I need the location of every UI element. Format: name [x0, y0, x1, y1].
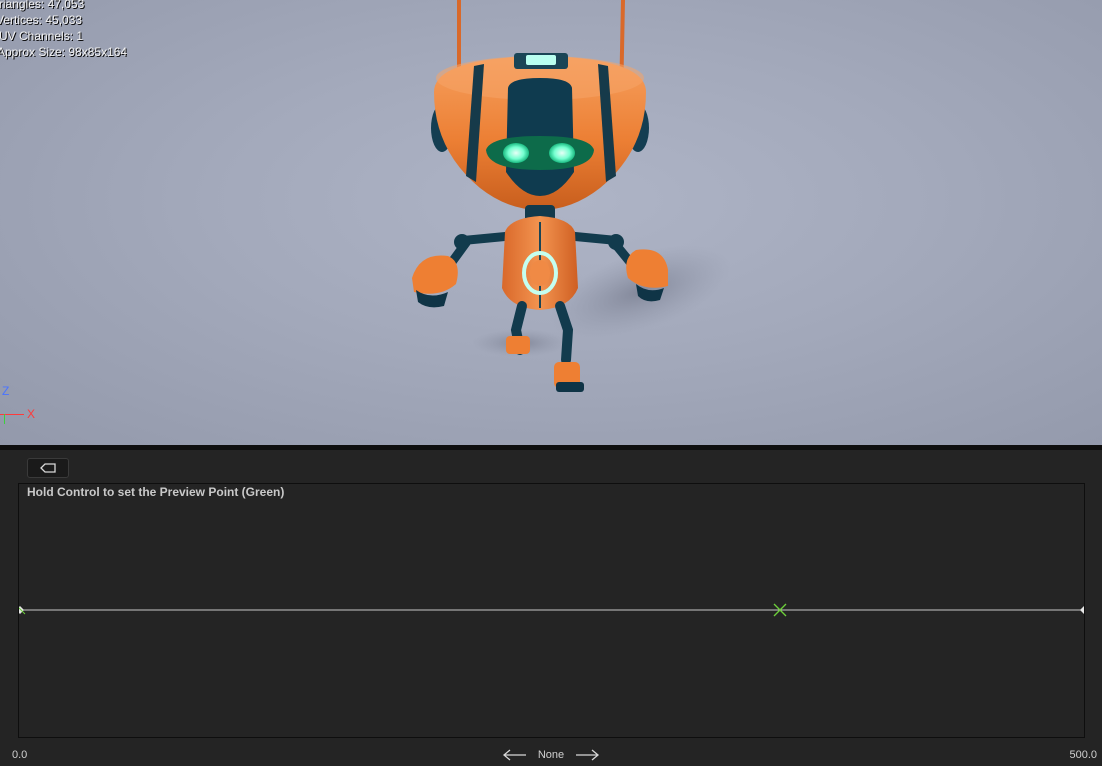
axis-x-label: X: [27, 407, 36, 421]
selected-curve-label: None: [537, 749, 565, 761]
range-max-label: 500.0: [1069, 749, 1097, 761]
application-root: Triangles: 47,053 Vertices: 45,033 UV Ch…: [0, 0, 1102, 766]
end-key[interactable]: [1080, 606, 1084, 614]
axis-z-label: Z: [2, 384, 10, 398]
blend-graph[interactable]: Hold Control to set the Preview Point (G…: [18, 483, 1085, 738]
stat-vertices: Vertices: 45,033: [0, 13, 83, 27]
stat-triangles: Triangles: 47,053: [0, 0, 85, 11]
3d-viewport[interactable]: Triangles: 47,053 Vertices: 45,033 UV Ch…: [0, 0, 1102, 445]
stat-uv-channels: UV Channels: 1: [0, 29, 84, 43]
curve-navigator: None: [502, 746, 600, 764]
robot-model: [412, 0, 732, 392]
arrow-left-icon[interactable]: [502, 748, 528, 762]
axis-y-line: [4, 414, 5, 424]
stat-approx-size: Approx Size: 98x85x164: [0, 45, 128, 59]
curve-editor-panel: Hold Control to set the Preview Point (G…: [0, 450, 1102, 766]
arrow-right-icon[interactable]: [574, 748, 600, 762]
back-arrow-icon: [40, 463, 56, 473]
curve-canvas: [19, 603, 1084, 617]
axis-gizmo: Z X: [0, 382, 40, 426]
back-button[interactable]: [27, 458, 69, 478]
range-min-label: 0.0: [12, 749, 28, 761]
mesh-stats-overlay: Triangles: 47,053 Vertices: 45,033 UV Ch…: [0, 0, 127, 60]
